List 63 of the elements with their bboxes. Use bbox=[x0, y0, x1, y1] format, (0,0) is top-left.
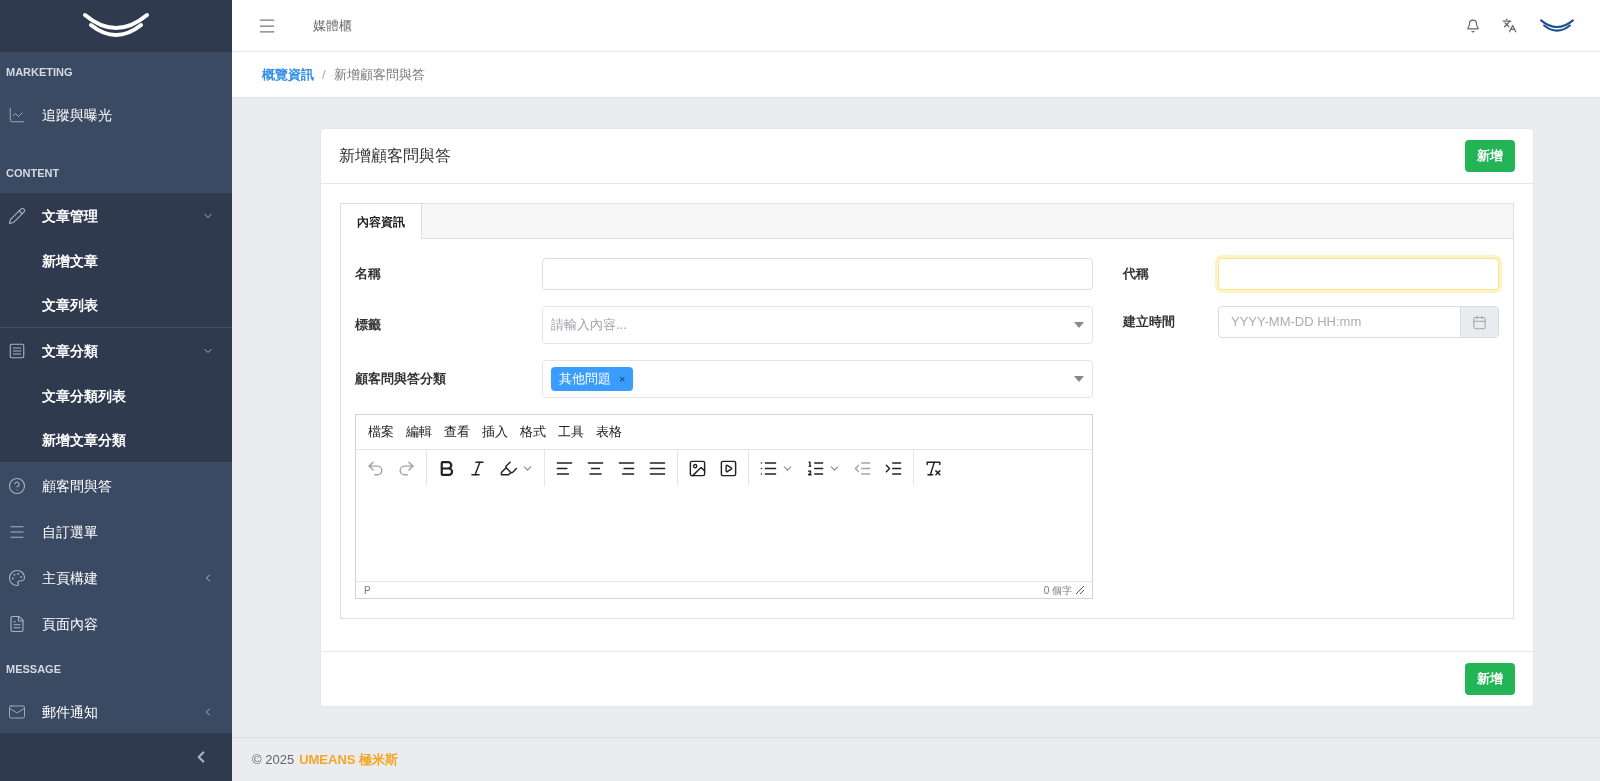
notification-button[interactable] bbox=[1466, 18, 1480, 33]
section-heading: CONTENT bbox=[5, 165, 61, 181]
sidebar-item[interactable]: 主頁構建 bbox=[0, 555, 232, 601]
multi-select-field[interactable]: 其他問題 × bbox=[542, 360, 1093, 398]
card-title: 新增顧客問與答 bbox=[339, 146, 451, 166]
submenu-item[interactable]: 新增文章 bbox=[0, 239, 232, 283]
sidebar-item[interactable]: 追蹤與曝光 bbox=[0, 92, 232, 138]
palette-icon bbox=[8, 569, 26, 587]
editor-menu-item[interactable]: 格式 bbox=[514, 422, 552, 442]
submenu-item[interactable]: 文章分類列表 bbox=[0, 374, 232, 418]
editor-menu-item[interactable]: 表格 bbox=[590, 422, 628, 442]
pencil-icon bbox=[8, 207, 26, 225]
text-field[interactable] bbox=[1218, 258, 1499, 290]
field-label: 顧客問與答分類 bbox=[355, 370, 447, 389]
sidebar-item[interactable]: 自訂選單 bbox=[0, 509, 232, 555]
dropdown-caret-icon bbox=[1074, 322, 1084, 328]
remove-tag-button[interactable]: × bbox=[619, 370, 626, 388]
editor-menu-item[interactable]: 插入 bbox=[476, 422, 514, 442]
text-field[interactable] bbox=[542, 258, 1093, 290]
menu-icon bbox=[8, 523, 26, 541]
file-icon bbox=[8, 615, 26, 633]
clear-format-icon bbox=[924, 458, 943, 478]
breadcrumb-current: 新增顧客問與答 bbox=[333, 65, 425, 84]
breadcrumb-separator: / bbox=[322, 65, 326, 84]
submenu-item[interactable]: 文章列表 bbox=[0, 283, 232, 327]
page-title: 媒體櫃 bbox=[313, 16, 353, 35]
dropdown-caret-icon bbox=[1074, 376, 1084, 382]
brand-name: UMEANS 極米斯 bbox=[299, 750, 399, 769]
element-path: P bbox=[364, 583, 372, 598]
editor-menu-item[interactable]: 工具 bbox=[552, 422, 590, 442]
editor-menu-item[interactable]: 編輯 bbox=[400, 422, 438, 442]
section-heading: MESSAGE bbox=[5, 661, 62, 677]
help-icon bbox=[8, 477, 26, 495]
translate-icon bbox=[1502, 18, 1517, 33]
section-heading: MARKETING bbox=[5, 64, 74, 80]
document-icon bbox=[8, 342, 26, 360]
sidebar-item[interactable]: 顧客問與答 bbox=[0, 463, 232, 509]
copyright-text: © 2025 bbox=[252, 750, 295, 769]
italic-icon bbox=[468, 458, 487, 478]
resize-handle-icon[interactable] bbox=[1076, 586, 1084, 594]
field-label: 標籤 bbox=[355, 316, 382, 335]
video-icon bbox=[719, 458, 738, 478]
mail-icon bbox=[8, 703, 26, 721]
tab[interactable]: 內容資訊 bbox=[341, 204, 422, 239]
image-icon bbox=[688, 458, 707, 478]
chart-icon bbox=[8, 106, 26, 124]
numbered-list-icon bbox=[806, 458, 825, 478]
field-label: 代稱 bbox=[1123, 265, 1150, 284]
language-button[interactable] bbox=[1502, 18, 1517, 33]
calendar-icon bbox=[1472, 314, 1487, 330]
sidebar-item[interactable]: 頁面內容 bbox=[0, 601, 232, 647]
bell-icon bbox=[1466, 18, 1480, 33]
field-label: 名稱 bbox=[355, 265, 382, 284]
editor-menu-item[interactable]: 檔案 bbox=[362, 422, 400, 442]
submenu-item[interactable]: 新增文章分類 bbox=[0, 418, 232, 462]
editor-menu-item[interactable]: 查看 bbox=[438, 422, 476, 442]
tag-chip: 其他問題 × bbox=[551, 367, 634, 391]
sidebar-item[interactable]: 文章分類 bbox=[0, 328, 232, 374]
field-label: 建立時間 bbox=[1123, 313, 1176, 332]
sidebar-item[interactable]: 郵件通知 bbox=[0, 689, 232, 733]
sidebar-item[interactable]: 文章管理 bbox=[0, 193, 232, 239]
logo-icon bbox=[1539, 17, 1575, 34]
word-count: 0 個字 bbox=[1043, 583, 1072, 598]
